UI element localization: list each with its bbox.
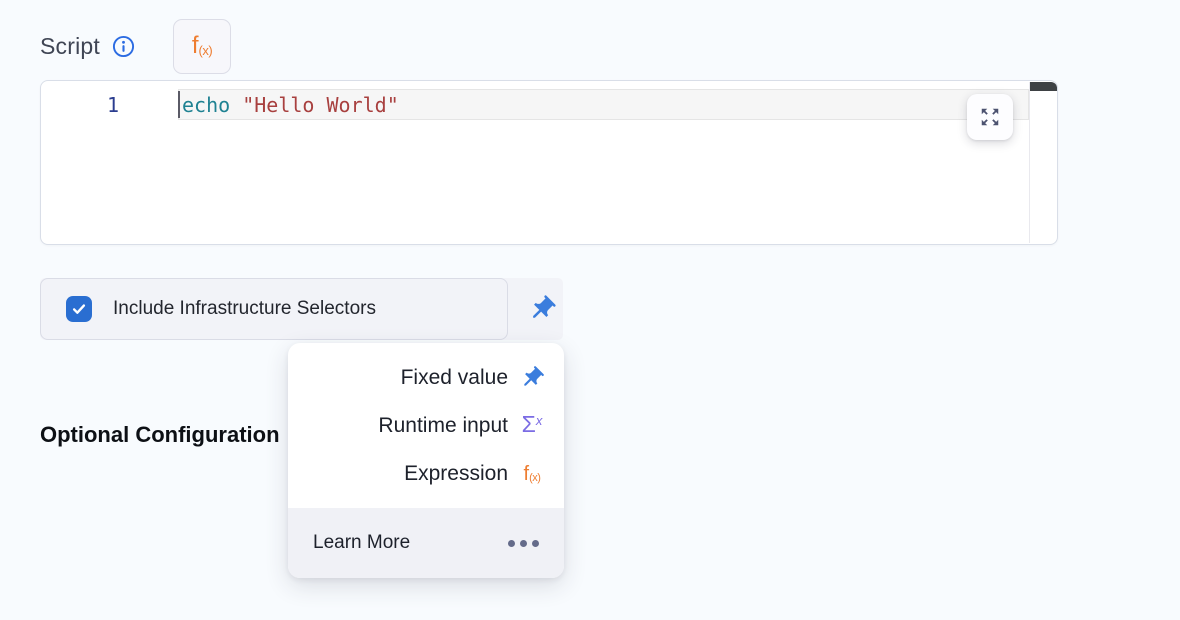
expression-toggle-button[interactable]: f (x) [173, 19, 231, 74]
expand-editor-button[interactable] [967, 94, 1013, 140]
checkmark-icon [70, 300, 88, 318]
script-field-label: Script [40, 33, 100, 60]
value-type-pin-button[interactable] [527, 294, 557, 324]
editor-scrollbar-track[interactable] [1029, 82, 1030, 243]
infrastructure-selectors-row: Include Infrastructure Selectors [40, 278, 563, 340]
value-type-menu: Fixed value Runtime input Σx Expression [288, 343, 564, 578]
code-token-string: "Hello World" [242, 93, 399, 117]
expand-icon [979, 106, 1001, 128]
learn-more-label: Learn More [313, 532, 410, 554]
menu-item-runtime-input[interactable]: Runtime input Σx [288, 402, 564, 450]
pin-icon [527, 294, 557, 324]
editor-code-line[interactable]: echo "Hello World" [182, 90, 399, 120]
editor-cursor [178, 91, 180, 118]
runtime-input-sigma-icon: Σx [519, 413, 545, 439]
editor-line-number: 1 [41, 90, 119, 120]
info-icon[interactable] [112, 35, 135, 58]
include-infrastructure-selectors-label: Include Infrastructure Selectors [113, 298, 376, 320]
pin-icon [519, 365, 545, 391]
ellipsis-icon [508, 540, 539, 547]
value-type-menu-items: Fixed value Runtime input Σx Expression [288, 343, 564, 498]
include-infrastructure-selectors-checkbox[interactable] [66, 296, 92, 322]
infrastructure-selectors-field[interactable]: Include Infrastructure Selectors [40, 278, 508, 340]
code-token-command: echo [182, 93, 230, 117]
editor-overview-ruler-mark [1030, 82, 1057, 91]
expression-fx-icon: f(x) [519, 461, 545, 487]
learn-more-row[interactable]: Learn More [288, 508, 564, 578]
step-config-page: Script f (x) 1 echo "Hello World" [0, 0, 1180, 620]
script-header: Script f (x) [40, 22, 231, 70]
script-code-editor[interactable]: 1 echo "Hello World" [40, 80, 1058, 245]
menu-item-fixed-value[interactable]: Fixed value [288, 354, 564, 402]
optional-configuration-heading: Optional Configuration [40, 422, 280, 448]
fx-icon: f [192, 34, 199, 58]
menu-item-expression[interactable]: Expression f(x) [288, 450, 564, 498]
